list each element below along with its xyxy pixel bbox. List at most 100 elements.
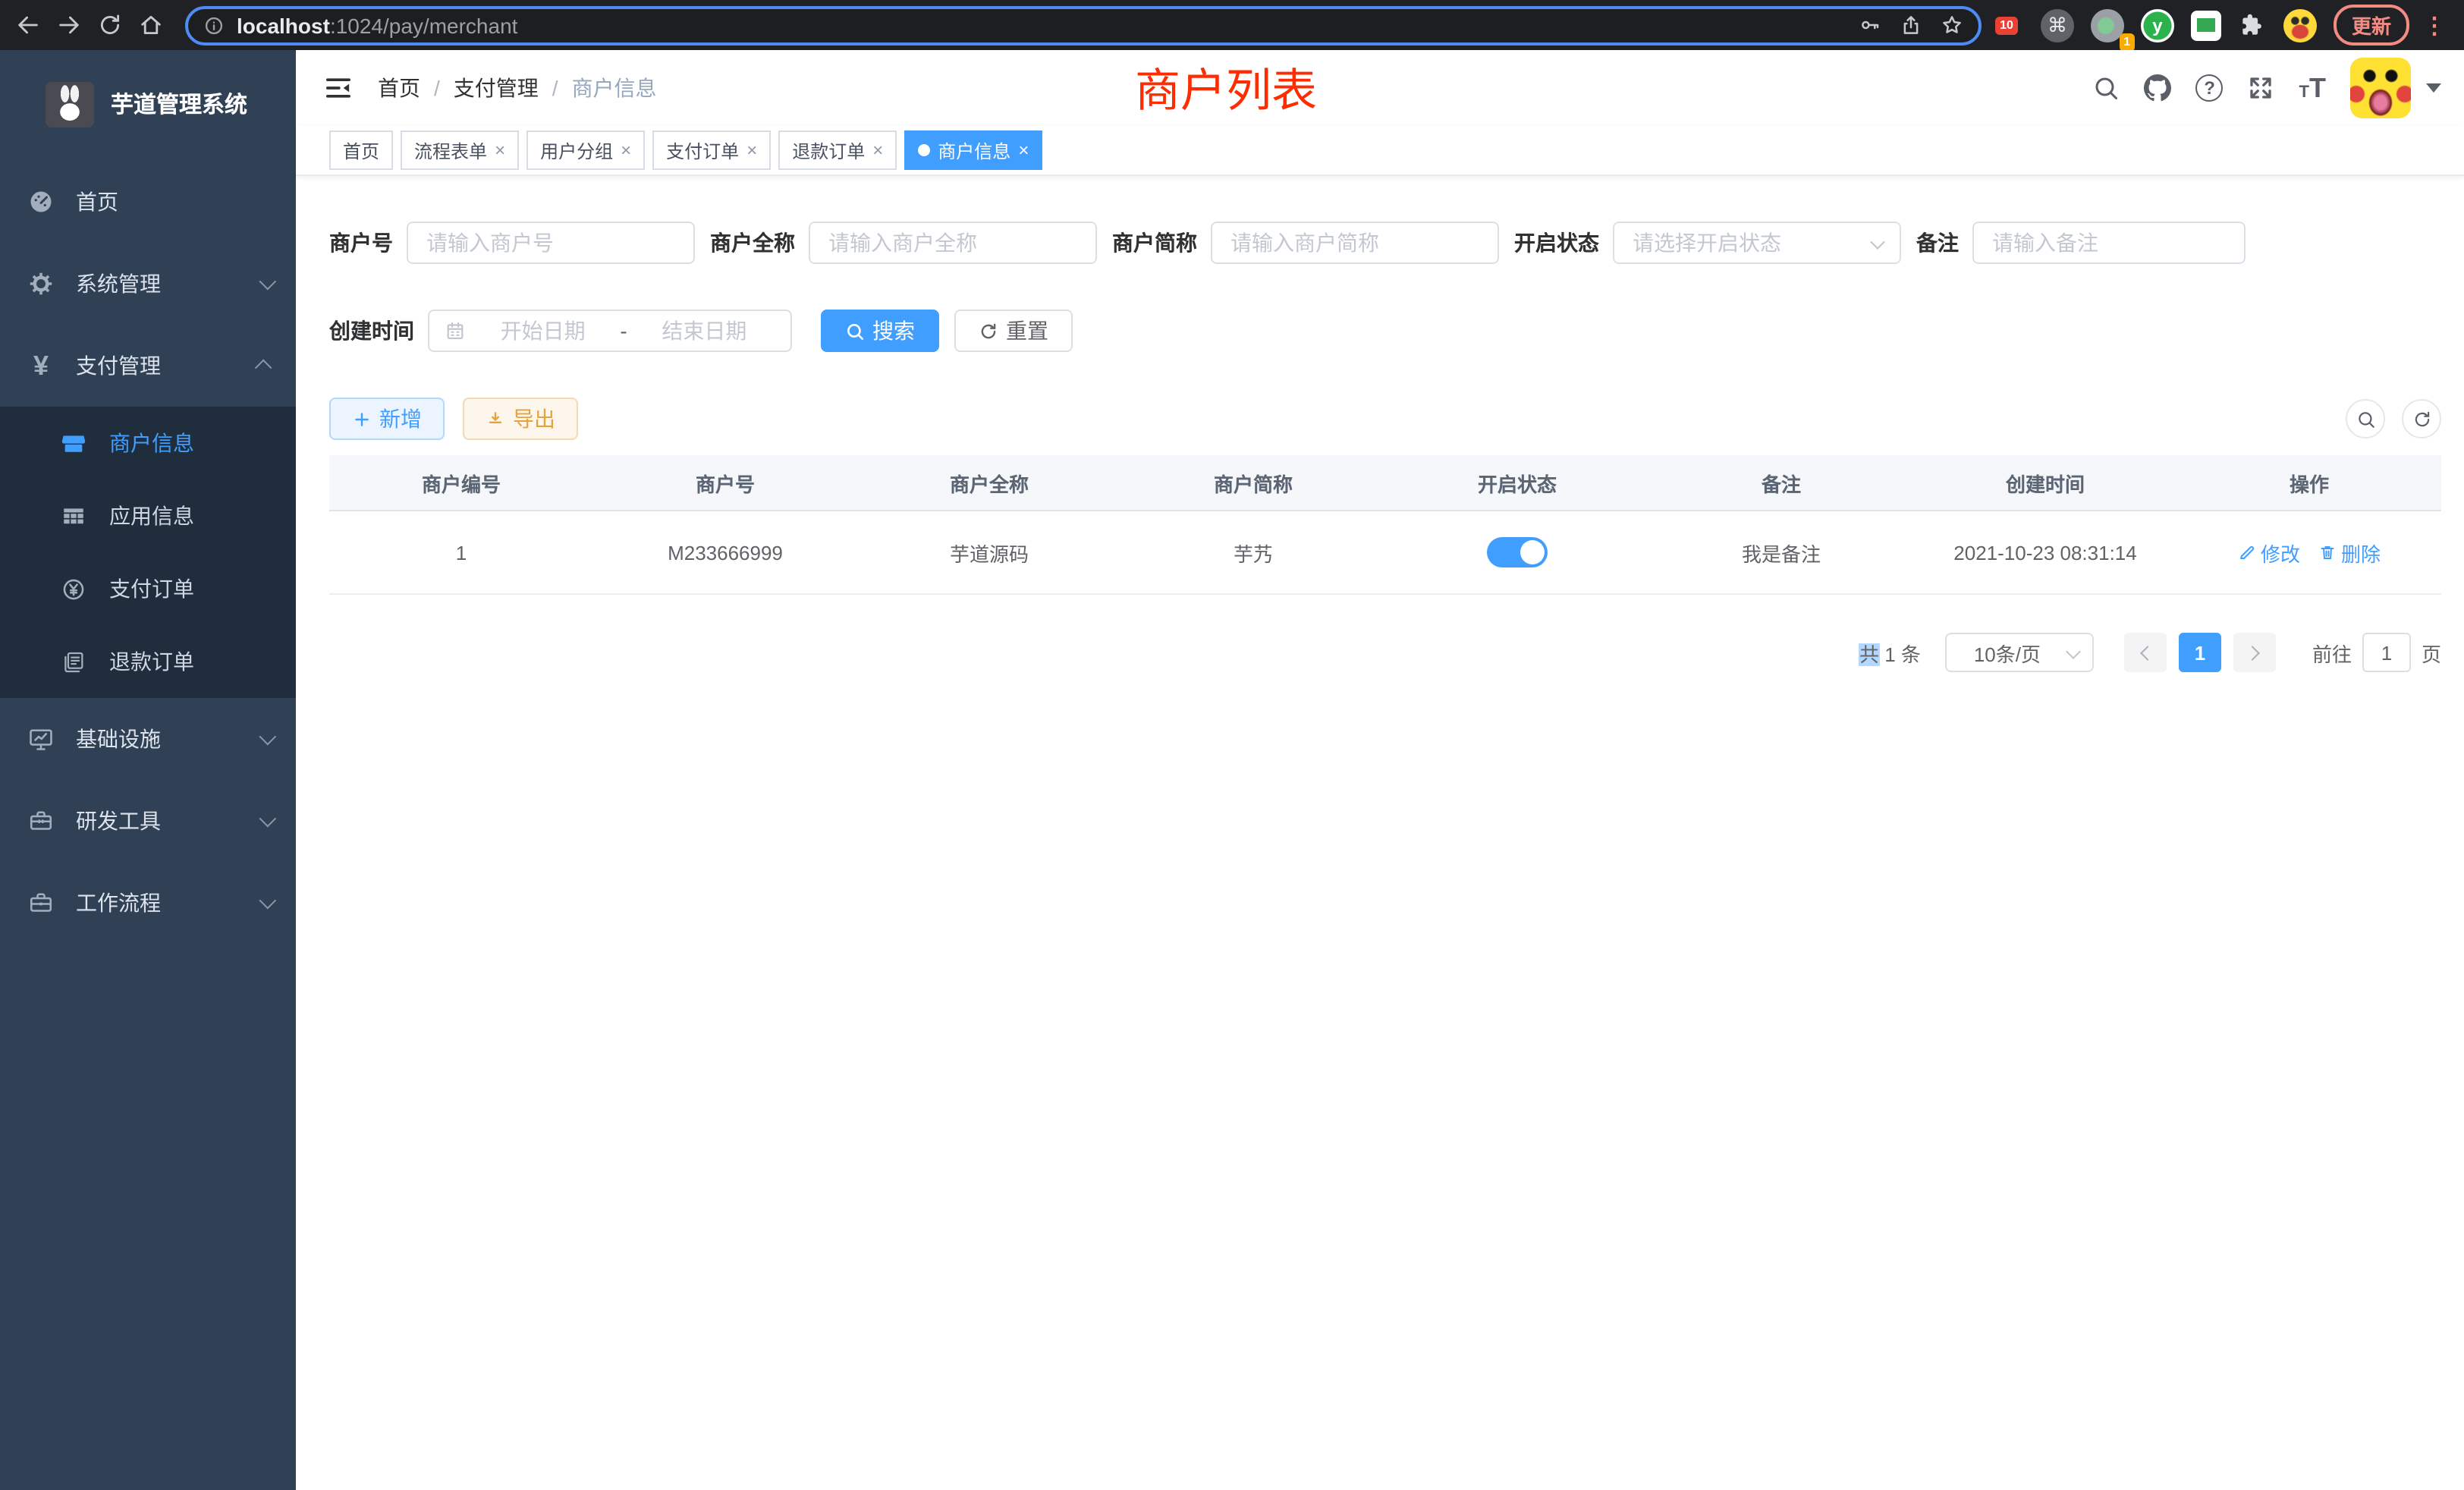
sidebar-item-system[interactable]: 系统管理 [0,243,296,325]
url-text: localhost:1024/pay/merchant [237,13,1846,37]
address-bar[interactable]: localhost:1024/pay/merchant [185,5,1982,45]
column-header: 操作 [2177,468,2441,497]
chevron-down-icon [259,728,277,746]
tab-label: 首页 [343,137,379,163]
reset-button[interactable]: 重置 [954,310,1073,352]
tab-refund-order[interactable]: 退款订单× [778,130,897,170]
extension-emoji-icon[interactable] [2283,8,2317,42]
end-date-placeholder: 结束日期 [633,316,775,346]
sidebar-item-merchant-info[interactable]: 商户信息 [0,407,296,479]
breadcrumb-home[interactable]: 首页 [378,73,420,103]
extension-recorder-icon[interactable]: 1 [2091,8,2124,42]
browser-menu-icon[interactable]: ⋮ [2420,11,2449,39]
tab-merchant-info[interactable]: 商户信息× [904,130,1042,170]
column-header: 商户编号 [329,468,593,497]
sidebar-item-label: 首页 [76,187,118,217]
command-glyph: ⌘ [2048,13,2067,37]
short-name-input[interactable] [1211,222,1499,264]
page-number-1[interactable]: 1 [2179,633,2221,672]
goto-page-input[interactable] [2362,633,2411,672]
sidebar-item-label: 商户信息 [109,428,194,458]
prev-page-button[interactable] [2124,633,2167,672]
password-key-icon[interactable] [1859,14,1881,36]
start-date-placeholder: 开始日期 [472,316,614,346]
y-glyph: y [2152,14,2162,36]
sidebar-collapse-icon[interactable] [323,73,354,103]
share-icon[interactable] [1900,14,1922,36]
sidebar-item-infrastructure[interactable]: 基础设施 [0,698,296,780]
sidebar-item-label: 基础设施 [76,724,161,754]
fullscreen-icon[interactable] [2248,74,2275,102]
add-button[interactable]: 新增 [329,398,445,440]
close-icon[interactable]: × [495,141,505,159]
sidebar-menu: 首页 系统管理 ¥ 支付管理 [0,161,296,944]
page-size-select[interactable]: 10条/页 [1945,633,2094,672]
search-button[interactable]: 搜索 [821,310,939,352]
sidebar-item-dev-tools[interactable]: 研发工具 [0,780,296,862]
close-icon[interactable]: × [746,141,757,159]
close-icon[interactable]: × [872,141,883,159]
extension-chat-icon[interactable] [2191,10,2221,40]
create-time-range-picker[interactable]: 开始日期 - 结束日期 [428,310,792,352]
sidebar-item-workflow[interactable]: 工作流程 [0,862,296,944]
cell-short-name: 芋艿 [1121,538,1385,567]
tab-pay-order[interactable]: 支付订单× [652,130,771,170]
status-toggle[interactable] [1487,537,1548,567]
site-info-icon[interactable] [203,14,225,36]
sidebar-item-label: 支付管理 [76,350,161,381]
remark-input[interactable] [1972,222,2246,264]
close-icon[interactable]: × [1018,141,1029,159]
tab-user-group[interactable]: 用户分组× [526,130,645,170]
show-search-toggle-button[interactable] [2346,399,2385,439]
export-button[interactable]: 导出 [463,398,578,440]
chevron-down-icon [2066,644,2081,659]
monitor-chart-icon [26,725,56,753]
merchant-no-label: 商户号 [329,228,393,258]
extension-y-icon[interactable]: y [2141,8,2174,42]
breadcrumb-current: 商户信息 [572,73,657,103]
browser-forward-icon[interactable] [53,10,83,40]
active-dot [918,144,930,156]
chevron-down-icon [259,273,277,291]
status-select[interactable]: 请选择开启状态 [1613,222,1901,264]
full-name-input[interactable] [809,222,1097,264]
url-host: localhost [237,13,330,37]
user-avatar[interactable] [2350,58,2411,118]
app-logo-row[interactable]: 芋道管理系统 [0,50,296,140]
sidebar-item-pay-order[interactable]: 支付订单 [0,552,296,625]
pagination-total: 共 1 条 [1859,638,1921,667]
sidebar-item-app-info[interactable]: 应用信息 [0,479,296,552]
browser-back-icon[interactable] [12,10,42,40]
annotation-title: 商户列表 [1135,53,1317,120]
briefcase-icon [26,889,56,916]
tab-home[interactable]: 首页 [329,130,393,170]
chevron-down-icon [259,810,277,828]
sidebar-item-home[interactable]: 首页 [0,161,296,243]
full-name-label: 商户全称 [710,228,795,258]
remark-label: 备注 [1916,228,1959,258]
sidebar-item-pay[interactable]: ¥ 支付管理 [0,325,296,407]
bookmark-star-icon[interactable] [1941,14,1963,36]
tab-process-form[interactable]: 流程表单× [401,130,519,170]
extensions-puzzle-icon[interactable] [2238,11,2267,39]
edit-link[interactable]: 修改 [2238,538,2300,567]
extension-command-icon[interactable]: ⌘ [2041,8,2074,42]
browser-reload-icon[interactable] [94,10,124,40]
refresh-table-button[interactable] [2402,399,2441,439]
header-search-icon[interactable] [2093,74,2120,102]
avatar-caret-icon[interactable] [2426,83,2441,93]
delete-link-label: 删除 [2341,538,2381,567]
sidebar-item-refund-order[interactable]: 退款订单 [0,625,296,698]
github-icon[interactable] [2145,74,2172,102]
help-icon[interactable]: ? [2196,74,2224,102]
merchant-no-input[interactable] [407,222,695,264]
browser-home-icon[interactable] [135,10,165,40]
breadcrumb-pay[interactable]: 支付管理 [454,73,539,103]
add-button-label: 新增 [379,404,422,434]
next-page-button[interactable] [2233,633,2276,672]
column-header: 商户简称 [1121,468,1385,497]
font-size-icon[interactable]: TT [2299,74,2326,102]
delete-link[interactable]: 删除 [2318,538,2381,567]
browser-update-button[interactable]: 更新 [2334,5,2409,46]
close-icon[interactable]: × [621,141,631,159]
